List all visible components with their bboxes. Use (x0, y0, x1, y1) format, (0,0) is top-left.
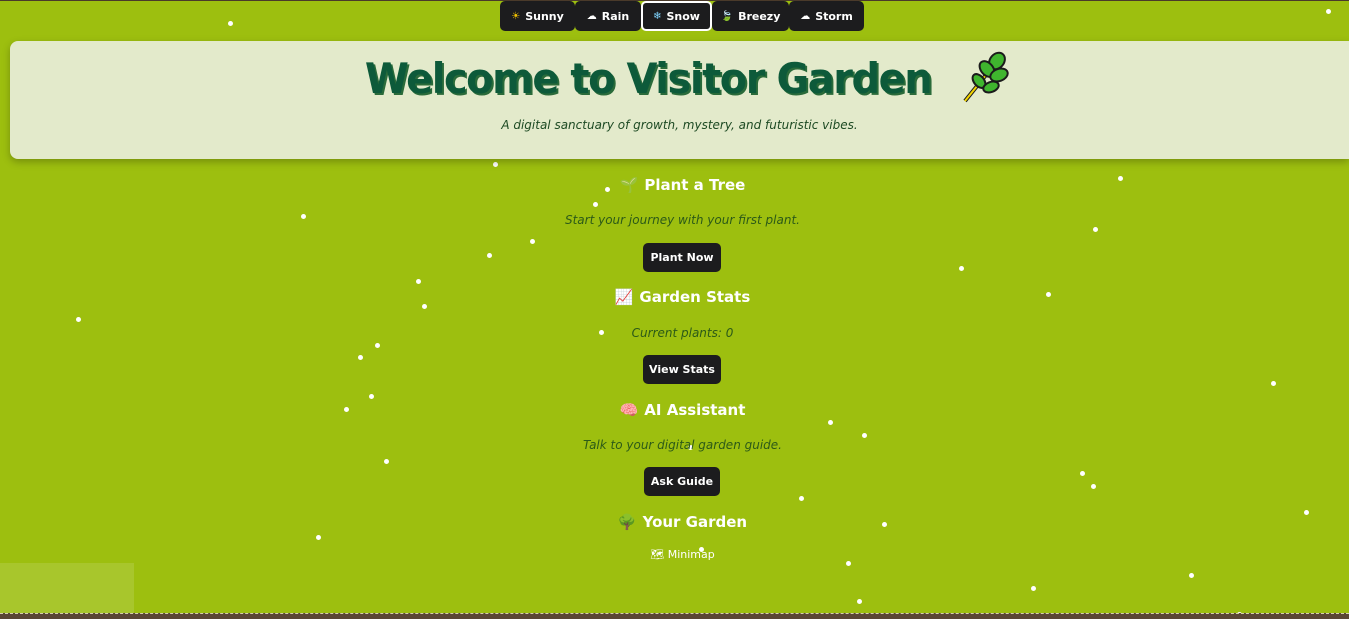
weather-storm-button[interactable]: ☁ Storm (789, 1, 864, 31)
view-stats-button[interactable]: View Stats (643, 355, 721, 384)
ground-strip (0, 613, 1349, 619)
seedling-icon: 🌱 (619, 176, 639, 194)
map-icon: 🗺 (650, 548, 665, 561)
leaf-icon: 🍃 (720, 10, 734, 22)
ask-guide-button[interactable]: Ask Guide (644, 467, 720, 496)
weather-storm-label: Storm (815, 9, 853, 23)
garden-section-heading: 🌳 Your Garden (8, 513, 1349, 531)
page-title: Welcome to Visitor Garden (10, 51, 1349, 105)
snowflake-particle (416, 279, 421, 284)
snowflake-particle (384, 459, 389, 464)
stats-section-desc: Current plants: 0 (631, 326, 734, 340)
snowflake-particle (846, 561, 851, 566)
snowflake-particle (593, 202, 598, 207)
weather-snow-button[interactable]: ❄ Snow (641, 1, 712, 31)
chart-increasing-icon: 📈 (614, 288, 634, 306)
snowflake-particle (1091, 484, 1096, 489)
snowflake-particle (1326, 9, 1331, 14)
snowflake-particle (369, 394, 374, 399)
page-subtitle: A digital sanctuary of growth, mystery, … (501, 118, 858, 132)
page-title-text: Welcome to Visitor Garden (365, 53, 933, 103)
rain-cloud-icon: ☁ (586, 10, 597, 22)
weather-toolbar: ☀ Sunny ☁ Rain ❄ Snow 🍃 Breezy ☁ Storm (500, 1, 864, 31)
leaf-icon (963, 51, 1009, 103)
snowflake-particle (375, 343, 380, 348)
snowflake-particle (857, 599, 862, 604)
garden-section-title: Your Garden (642, 513, 748, 531)
plant-section-title: Plant a Tree (644, 176, 746, 194)
header-banner: Welcome to Visitor Garden A digital sanc… (10, 41, 1349, 159)
weather-breezy-label: Breezy (738, 9, 781, 23)
snowflake-particle (1031, 586, 1036, 591)
assistant-section-desc: Talk to your digital garden guide. (583, 438, 782, 452)
assistant-section-heading: 🧠 AI Assistant (8, 401, 1349, 419)
snowflake-particle (1271, 381, 1276, 386)
snowflake-particle (1080, 471, 1085, 476)
snowflake-particle (487, 253, 492, 258)
snowflake-particle (1189, 573, 1194, 578)
plant-section-desc: Start your journey with your first plant… (564, 213, 800, 227)
storm-cloud-icon: ☁ (800, 10, 811, 22)
snowflake-particle (828, 420, 833, 425)
brain-icon: 🧠 (619, 401, 639, 419)
plant-now-button[interactable]: Plant Now (643, 243, 721, 272)
weather-rain-button[interactable]: ☁ Rain (575, 1, 641, 31)
sun-icon: ☀ (511, 10, 521, 22)
plant-section-heading: 🌱 Plant a Tree (8, 176, 1349, 194)
weather-sunny-label: Sunny (525, 9, 564, 23)
stats-section-heading: 📈 Garden Stats (8, 288, 1349, 306)
snowflake-particle (1093, 227, 1098, 232)
snowflake-particle (358, 355, 363, 360)
minimap-toggle[interactable]: 🗺 Minimap (8, 548, 1349, 561)
stats-section-title: Garden Stats (639, 288, 751, 306)
snowflake-particle (959, 266, 964, 271)
corner-panel (0, 563, 134, 613)
snowflake-icon: ❄ (653, 10, 662, 22)
deciduous-tree-icon: 🌳 (617, 513, 637, 531)
snowflake-particle (228, 21, 233, 26)
assistant-section-title: AI Assistant (644, 401, 746, 419)
snowflake-particle (316, 535, 321, 540)
weather-rain-label: Rain (601, 9, 630, 23)
snowflake-particle (799, 496, 804, 501)
snowflake-particle (493, 162, 498, 167)
weather-snow-label: Snow (666, 9, 700, 23)
snowflake-particle (76, 317, 81, 322)
weather-sunny-button[interactable]: ☀ Sunny (500, 1, 575, 31)
weather-breezy-button[interactable]: 🍃 Breezy (712, 1, 789, 31)
snowflake-particle (530, 239, 535, 244)
minimap-label: Minimap (667, 548, 715, 561)
